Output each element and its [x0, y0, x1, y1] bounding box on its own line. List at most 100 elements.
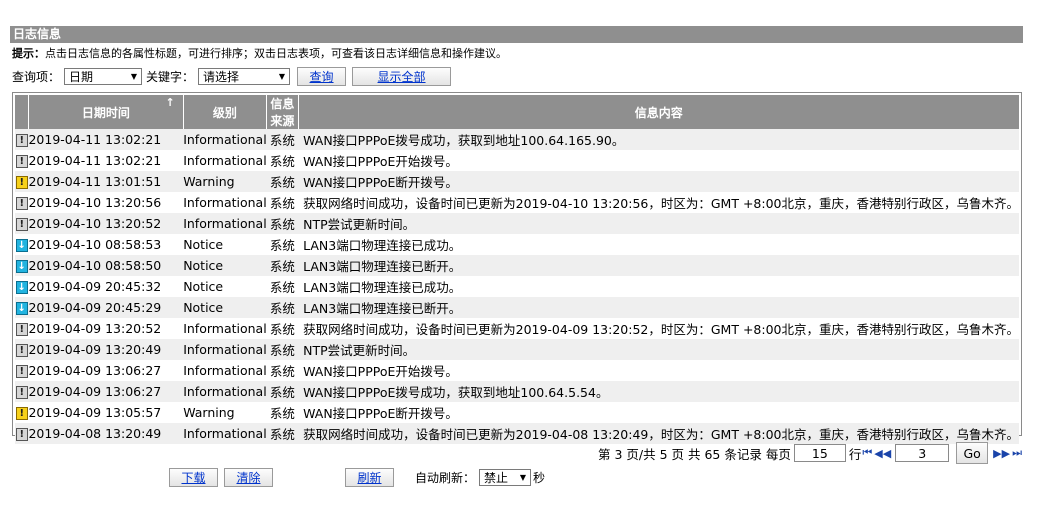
table-row[interactable]: ! 2019-04-09 13:05:57 Warning 系统 WAN接口PPPoE断…: [15, 402, 1019, 423]
info-icon: !: [15, 134, 28, 147]
table-row[interactable]: ! 2019-04-08 13:20:49 Informational 系统 获取网络时…: [15, 423, 1019, 444]
source-cell: 系统: [266, 213, 299, 234]
content-cell: LAN3端口物理连接已成功。: [298, 234, 1019, 255]
table-row[interactable]: ! 2019-04-11 13:01:51 Warning 系统 WAN接口PPPoE断…: [15, 171, 1019, 192]
table-row[interactable]: ↓ 2019-04-09 20:45:32 Notice 系统 LAN3端口物理连接已成…: [15, 276, 1019, 297]
level-cell: Notice: [183, 276, 267, 297]
level-cell: Informational: [183, 318, 267, 339]
level-icon-cell: !: [15, 318, 29, 339]
content-cell: WAN接口PPPoE断开拨号。: [298, 402, 1019, 423]
go-button[interactable]: Go: [956, 442, 989, 464]
datetime-cell: 2019-04-08 13:20:49: [28, 423, 184, 444]
info-icon: !: [15, 344, 28, 357]
datetime-cell: 2019-04-09 13:06:27: [28, 360, 184, 381]
level-icon-cell: !: [15, 192, 29, 213]
last-page-icon[interactable]: ⏭: [1012, 446, 1022, 460]
datetime-cell: 2019-04-10 13:20:56: [28, 192, 184, 213]
level-icon-cell: ↓: [15, 234, 29, 255]
content-cell: WAN接口PPPoE拨号成功，获取到地址100.64.165.90。: [298, 129, 1019, 150]
datetime-cell: 2019-04-09 13:20:49: [28, 339, 184, 360]
page-number-input[interactable]: [895, 444, 950, 462]
header-datetime[interactable]: 日期时间 ↑: [28, 95, 184, 129]
table-row[interactable]: ↓ 2019-04-09 20:45:29 Notice 系统 LAN3端口物理连接已断…: [15, 297, 1019, 318]
source-cell: 系统: [266, 360, 299, 381]
content-cell: LAN3端口物理连接已成功。: [298, 276, 1019, 297]
table-row[interactable]: ! 2019-04-10 13:20:52 Informational 系统 NTP尝试…: [15, 213, 1019, 234]
info-icon: !: [15, 323, 28, 336]
level-cell: Informational: [183, 129, 267, 150]
level-cell: Warning: [183, 402, 267, 423]
table-row[interactable]: ! 2019-04-11 13:02:21 Informational 系统 WAN接口…: [15, 150, 1019, 171]
log-table: 日期时间 ↑ 级别 信息来源 信息内容 ! 2019-04-11 13:02:21…: [15, 95, 1019, 444]
level-icon-cell: !: [15, 129, 29, 150]
info-icon: !: [15, 218, 28, 231]
query-bar: 查询项： 日期 ▼ 关键字： 请选择 ▼ 查询 显示全部: [12, 66, 454, 86]
rows-label: 行: [848, 446, 862, 462]
query-field-select[interactable]: 日期 ▼: [64, 67, 143, 85]
level-icon-cell: !: [15, 339, 29, 360]
show-all-button[interactable]: 显示全部: [352, 66, 452, 86]
source-cell: 系统: [266, 192, 299, 213]
datetime-cell: 2019-04-09 20:45:29: [28, 297, 184, 318]
source-cell: 系统: [266, 339, 299, 360]
content-cell: 获取网络时间成功，设备时间已更新为2019-04-09 13:20:52，时区为…: [298, 318, 1019, 339]
source-cell: 系统: [266, 234, 299, 255]
level-icon-cell: !: [15, 423, 29, 444]
content-cell: WAN接口PPPoE开始拨号。: [298, 360, 1019, 381]
sort-ascending-icon: ↑: [165, 96, 175, 109]
header-level[interactable]: 级别: [183, 95, 268, 129]
header-source[interactable]: 信息来源: [266, 95, 299, 129]
level-icon-cell: ↓: [15, 297, 29, 318]
header-content[interactable]: 信息内容: [298, 95, 1019, 129]
source-cell: 系统: [266, 150, 299, 171]
table-row[interactable]: ! 2019-04-09 13:06:27 Informational 系统 WAN接口…: [15, 360, 1019, 381]
table-row[interactable]: ! 2019-04-09 13:06:27 Informational 系统 WAN接口…: [15, 381, 1019, 402]
prev-page-icon[interactable]: ◀◀: [874, 447, 891, 460]
table-row[interactable]: ! 2019-04-11 13:02:21 Informational 系统 WAN接口…: [15, 129, 1019, 150]
table-row[interactable]: ! 2019-04-09 13:20:52 Informational 系统 获取网络时…: [15, 318, 1019, 339]
level-cell: Notice: [183, 234, 267, 255]
header-datetime-label: 日期时间: [81, 105, 130, 120]
download-button[interactable]: 下载: [169, 467, 218, 487]
per-page-input[interactable]: [793, 444, 846, 462]
datetime-cell: 2019-04-09 13:20:52: [28, 318, 184, 339]
level-icon-cell: ↓: [15, 255, 29, 276]
level-cell: Informational: [183, 360, 267, 381]
source-cell: 系统: [266, 423, 299, 444]
content-cell: NTP尝试更新时间。: [298, 213, 1019, 234]
level-cell: Notice: [183, 297, 267, 318]
level-cell: Informational: [183, 423, 267, 444]
datetime-cell: 2019-04-10 13:20:52: [28, 213, 184, 234]
level-icon-cell: !: [15, 402, 29, 423]
source-cell: 系统: [266, 297, 299, 318]
clear-button[interactable]: 清除: [224, 467, 273, 487]
auto-refresh-label: 自动刷新：: [415, 470, 476, 485]
hint-line: 提示：点击日志信息的各属性标题，可进行排序；双击日志表项，可查看该日志详细信息和…: [12, 47, 507, 61]
keyword-label: 关键字：: [146, 69, 195, 84]
keyword-select[interactable]: 请选择 ▼: [198, 67, 291, 85]
table-row[interactable]: ! 2019-04-10 13:20:56 Informational 系统 获取网络时…: [15, 192, 1019, 213]
search-button[interactable]: 查询: [297, 66, 347, 86]
content-cell: NTP尝试更新时间。: [298, 339, 1019, 360]
content-cell: 获取网络时间成功，设备时间已更新为2019-04-08 13:20:49，时区为…: [298, 423, 1019, 444]
seconds-label: 秒: [533, 470, 546, 485]
table-row[interactable]: ↓ 2019-04-10 08:58:53 Notice 系统 LAN3端口物理连接已成…: [15, 234, 1019, 255]
datetime-cell: 2019-04-11 13:01:51: [28, 171, 184, 192]
source-cell: 系统: [266, 171, 299, 192]
level-icon-cell: ↓: [15, 276, 29, 297]
table-header-row: 日期时间 ↑ 级别 信息来源 信息内容: [15, 95, 1019, 129]
level-icon-cell: !: [15, 150, 29, 171]
table-row[interactable]: ↓ 2019-04-10 08:58:50 Notice 系统 LAN3端口物理连接已断…: [15, 255, 1019, 276]
auto-refresh-select[interactable]: 禁止 ▼: [479, 468, 532, 486]
level-cell: Informational: [183, 381, 267, 402]
datetime-cell: 2019-04-10 08:58:53: [28, 234, 184, 255]
refresh-button[interactable]: 刷新: [345, 467, 394, 487]
info-icon: !: [15, 428, 28, 441]
hint-label: 提示：: [12, 47, 45, 60]
next-page-icon[interactable]: ▶▶: [993, 447, 1010, 460]
content-cell: LAN3端口物理连接已断开。: [298, 297, 1019, 318]
source-cell: 系统: [266, 402, 299, 423]
table-row[interactable]: ! 2019-04-09 13:20:49 Informational 系统 NTP尝试…: [15, 339, 1019, 360]
first-page-icon[interactable]: ⏮: [862, 446, 872, 460]
info-icon: !: [15, 365, 28, 378]
